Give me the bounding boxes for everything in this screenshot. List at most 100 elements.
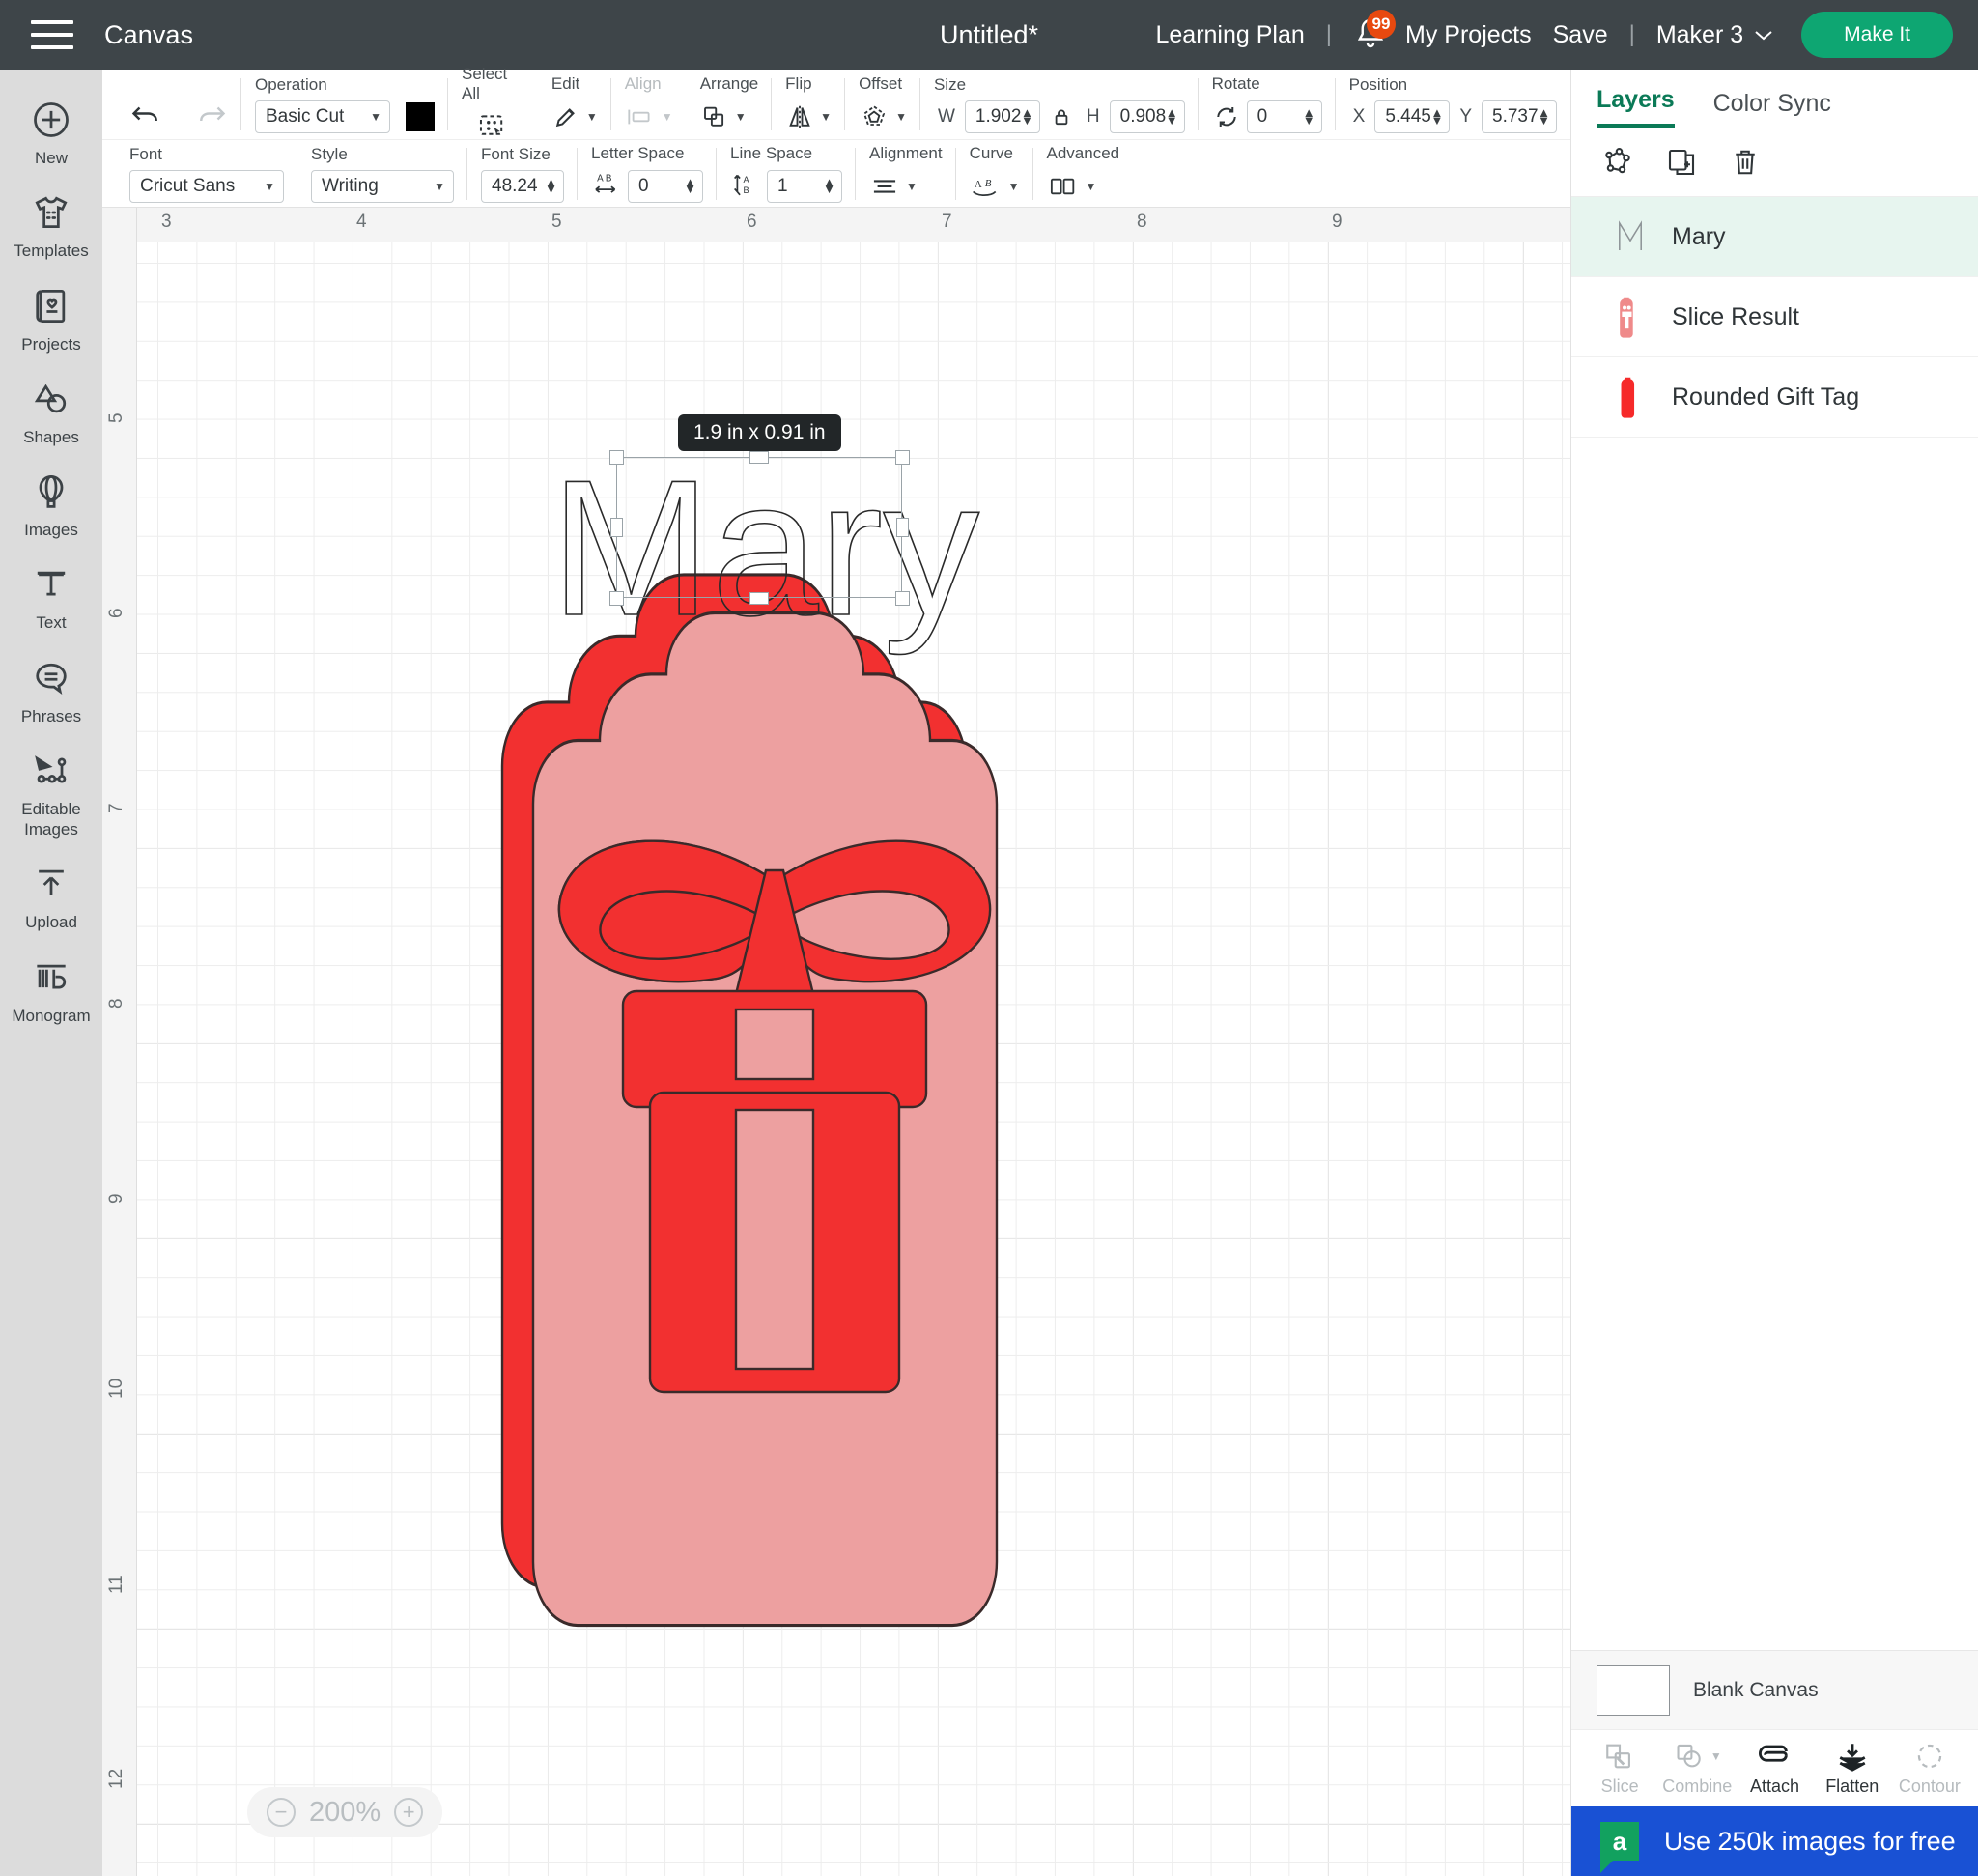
style-group: Style Writing ▼ xyxy=(297,142,467,206)
sidebar-item-new[interactable]: New xyxy=(0,85,102,178)
rotate-stepper[interactable]: ▲▼ xyxy=(1303,109,1315,125)
letter-space-stepper[interactable]: ▲▼ xyxy=(684,179,696,194)
plus-circle-icon[interactable]: + xyxy=(394,1798,423,1827)
group-nodes-icon[interactable] xyxy=(1600,145,1635,180)
sidebar-item-projects[interactable]: Projects xyxy=(0,271,102,364)
attach-button[interactable]: Attach xyxy=(1740,1740,1810,1797)
height-input[interactable]: 0.908 ▲▼ xyxy=(1110,100,1185,133)
sidebar-item-templates[interactable]: Templates xyxy=(0,178,102,270)
redo-icon[interactable] xyxy=(193,98,228,132)
design-artwork[interactable]: Mary 1.9 in x 0.91 in xyxy=(137,242,1570,1876)
chevron-down-icon[interactable]: ▼ xyxy=(906,180,918,193)
resize-handle-top-center[interactable] xyxy=(749,451,769,464)
zoom-control[interactable]: − 200% + xyxy=(247,1787,442,1837)
my-projects-link[interactable]: My Projects xyxy=(1405,21,1532,49)
font-select[interactable]: Cricut Sans ▼ xyxy=(129,170,284,203)
trash-icon[interactable] xyxy=(1728,145,1763,180)
pencil-icon[interactable] xyxy=(551,99,580,134)
sidebar-item-monogram[interactable]: Monogram xyxy=(0,943,102,1036)
width-input[interactable]: 1.902 ▲▼ xyxy=(965,100,1040,133)
operation-color-swatch[interactable] xyxy=(406,102,435,131)
height-stepper[interactable]: ▲▼ xyxy=(1166,109,1178,125)
line-space-group: Line Space A B 1 ▲▼ xyxy=(717,142,856,206)
layer-row-rounded-gift-tag[interactable]: Rounded Gift Tag xyxy=(1571,357,1978,438)
notification-count-badge: 99 xyxy=(1367,10,1396,39)
gift-tag-filled-icon xyxy=(1614,295,1647,339)
resize-handle-middle-right[interactable] xyxy=(896,518,909,537)
flip-label: Flip xyxy=(785,74,832,94)
select-all-icon[interactable] xyxy=(476,109,509,144)
style-select[interactable]: Writing ▼ xyxy=(311,170,454,203)
blank-canvas-row[interactable]: Blank Canvas xyxy=(1571,1650,1978,1729)
layer-row-mary[interactable]: Mary xyxy=(1571,197,1978,277)
resize-handle-top-left[interactable] xyxy=(609,450,624,465)
font-group: Font Cricut Sans ▼ xyxy=(116,142,297,206)
font-size-input[interactable]: 48.24 ▲▼ xyxy=(481,170,564,203)
chevron-down-icon[interactable]: ▼ xyxy=(1008,180,1020,193)
minus-circle-icon[interactable]: − xyxy=(267,1798,296,1827)
sidebar-item-label: Editable Images xyxy=(0,799,102,840)
duplicate-icon[interactable] xyxy=(1664,145,1699,180)
sidebar-item-editable-images[interactable]: Editable Images xyxy=(0,736,102,850)
position-y-input[interactable]: 5.737 ▲▼ xyxy=(1482,100,1557,133)
learning-plan-link[interactable]: Learning Plan xyxy=(1155,21,1304,49)
operation-select[interactable]: Basic Cut ▼ xyxy=(255,100,390,133)
font-size-stepper[interactable]: ▲▼ xyxy=(545,179,557,194)
position-x-value: 5.445 xyxy=(1385,106,1431,128)
rotate-icon[interactable] xyxy=(1212,99,1241,134)
position-x-label: X xyxy=(1353,106,1366,128)
canvas-workspace[interactable]: Mary 1.9 in x 0.91 in 3 4 5 6 7 8 9 4 5 … xyxy=(102,208,1570,1876)
header-separator-1: | xyxy=(1326,21,1332,48)
svg-text:B: B xyxy=(984,178,991,189)
machine-selector[interactable]: Maker 3 xyxy=(1656,21,1774,49)
resize-handle-middle-left[interactable] xyxy=(610,518,623,537)
advanced-icon[interactable] xyxy=(1047,169,1080,204)
style-label: Style xyxy=(311,145,454,164)
sidebar-item-phrases[interactable]: Phrases xyxy=(0,643,102,736)
position-x-stepper[interactable]: ▲▼ xyxy=(1430,109,1443,125)
curve-text-icon[interactable]: A B xyxy=(970,169,1003,204)
chevron-down-icon[interactable]: ▼ xyxy=(735,110,747,124)
offset-icon[interactable] xyxy=(859,99,890,134)
make-it-button[interactable]: Make It xyxy=(1801,12,1953,58)
combine-button[interactable]: ▼ Combine xyxy=(1662,1740,1732,1797)
arrange-icon[interactable] xyxy=(700,99,729,134)
chevron-down-icon[interactable]: ▼ xyxy=(1086,180,1097,193)
align-center-icon[interactable] xyxy=(869,169,900,204)
undo-icon[interactable] xyxy=(129,98,164,132)
shapes-icon xyxy=(30,378,72,420)
notifications-bell-icon[interactable]: 99 xyxy=(1353,15,1388,54)
flatten-button[interactable]: Flatten xyxy=(1818,1740,1887,1797)
slice-button[interactable]: Slice xyxy=(1585,1740,1654,1797)
save-button[interactable]: Save xyxy=(1553,21,1608,49)
rotate-input[interactable]: 0 ▲▼ xyxy=(1247,100,1322,133)
width-stepper[interactable]: ▲▼ xyxy=(1021,109,1033,125)
promo-banner[interactable]: a Use 250k images for free xyxy=(1571,1806,1978,1876)
flip-icon[interactable] xyxy=(785,99,814,134)
letter-space-input[interactable]: 0 ▲▼ xyxy=(628,170,703,203)
tab-color-sync[interactable]: Color Sync xyxy=(1713,90,1831,128)
tab-layers[interactable]: Layers xyxy=(1597,86,1675,128)
chevron-down-icon[interactable]: ▼ xyxy=(895,110,907,124)
chevron-down-icon[interactable]: ▼ xyxy=(1710,1749,1722,1763)
sidebar-item-shapes[interactable]: Shapes xyxy=(0,364,102,457)
contour-button[interactable]: Contour xyxy=(1895,1740,1964,1797)
sidebar-item-images[interactable]: Images xyxy=(0,457,102,550)
hamburger-menu-icon[interactable] xyxy=(31,20,73,49)
layer-row-slice-result[interactable]: Slice Result xyxy=(1571,277,1978,357)
position-y-stepper[interactable]: ▲▼ xyxy=(1538,109,1550,125)
sidebar-item-text[interactable]: Text xyxy=(0,550,102,642)
line-space-input[interactable]: 1 ▲▼ xyxy=(767,170,842,203)
resize-handle-bottom-center[interactable] xyxy=(749,592,769,605)
font-size-label: Font Size xyxy=(481,145,564,164)
chevron-down-icon[interactable]: ▼ xyxy=(820,110,832,124)
svg-text:B: B xyxy=(744,185,749,195)
resize-handle-bottom-left[interactable] xyxy=(609,591,624,606)
aspect-lock-icon[interactable] xyxy=(1050,105,1073,128)
sidebar-item-upload[interactable]: Upload xyxy=(0,849,102,942)
chevron-down-icon[interactable]: ▼ xyxy=(586,110,598,124)
resize-handle-top-right[interactable] xyxy=(895,450,910,465)
resize-handle-bottom-right[interactable] xyxy=(895,591,910,606)
line-space-stepper[interactable]: ▲▼ xyxy=(823,179,835,194)
position-x-input[interactable]: 5.445 ▲▼ xyxy=(1374,100,1450,133)
